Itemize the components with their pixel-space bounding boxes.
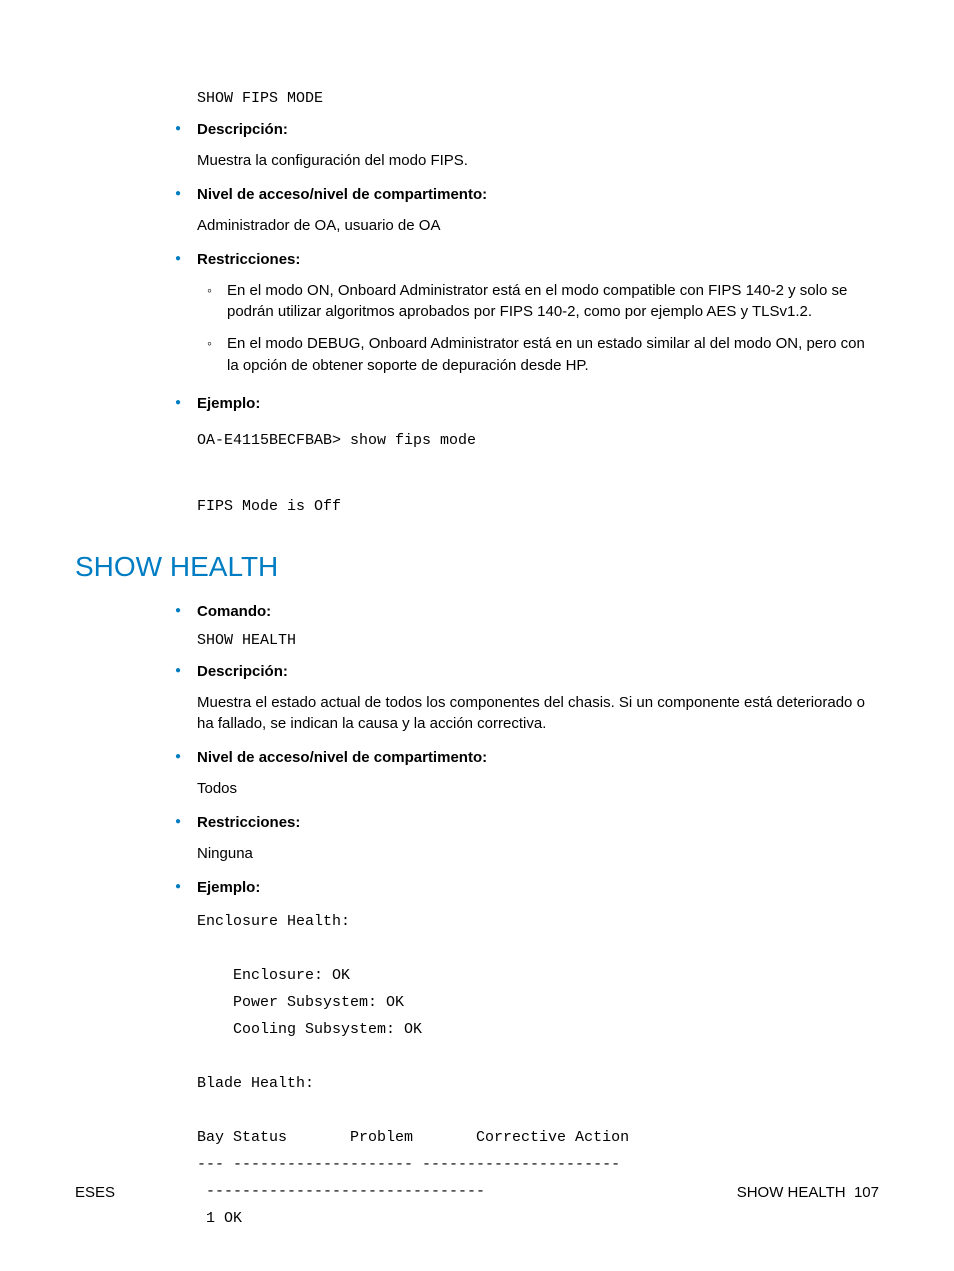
description-bullet: Descripción: xyxy=(175,121,879,138)
description-text: Muestra la configuración del modo FIPS. xyxy=(175,150,879,172)
access-level-bullet: Nivel de acceso/nivel de compartimento: xyxy=(175,186,879,203)
restrictions-text-2: Ninguna xyxy=(175,843,879,865)
command-label: Comando: xyxy=(197,603,271,620)
access-level-text-2: Todos xyxy=(175,778,879,800)
access-level-text: Administrador de OA, usuario de OA xyxy=(175,215,879,237)
example-bullet: Ejemplo: xyxy=(175,395,879,412)
example-label: Ejemplo: xyxy=(197,395,260,412)
restrictions-label-2: Restricciones: xyxy=(197,814,300,831)
example-output-2: Enclosure Health: Enclosure: OK Power Su… xyxy=(175,908,879,1232)
description-text-2: Muestra el estado actual de todos los co… xyxy=(175,692,879,736)
description-label: Descripción: xyxy=(197,121,288,138)
example-label-2: Ejemplo: xyxy=(197,879,260,896)
description-label-2: Descripción: xyxy=(197,663,288,680)
command-text-2: SHOW HEALTH xyxy=(175,632,879,649)
section-heading: SHOW HEALTH xyxy=(75,551,879,583)
restrictions-bullet: Restricciones: xyxy=(175,251,879,268)
footer-right: SHOW HEALTH 107 xyxy=(737,1184,879,1201)
command-bullet: Comando: xyxy=(175,603,879,620)
access-level-label-2: Nivel de acceso/nivel de compartimento: xyxy=(197,749,487,766)
footer-left: ESES xyxy=(75,1184,115,1201)
access-level-bullet-2: Nivel de acceso/nivel de compartimento: xyxy=(175,749,879,766)
page-footer: ESES SHOW HEALTH 107 xyxy=(75,1184,879,1201)
restriction-item-1: En el modo ON, Onboard Administrator est… xyxy=(175,280,879,324)
restrictions-bullet-2: Restricciones: xyxy=(175,814,879,831)
access-level-label: Nivel de acceso/nivel de compartimento: xyxy=(197,186,487,203)
restrictions-label: Restricciones: xyxy=(197,251,300,268)
command-text: SHOW FIPS MODE xyxy=(175,90,879,107)
restriction-item-2: En el modo DEBUG, Onboard Administrator … xyxy=(175,333,879,377)
page-content: SHOW FIPS MODE Descripción: Muestra la c… xyxy=(75,90,879,1232)
example-output: OA-E4115BECFBAB> show fips mode FIPS Mod… xyxy=(175,424,879,523)
description-bullet-2: Descripción: xyxy=(175,663,879,680)
example-bullet-2: Ejemplo: xyxy=(175,879,879,896)
